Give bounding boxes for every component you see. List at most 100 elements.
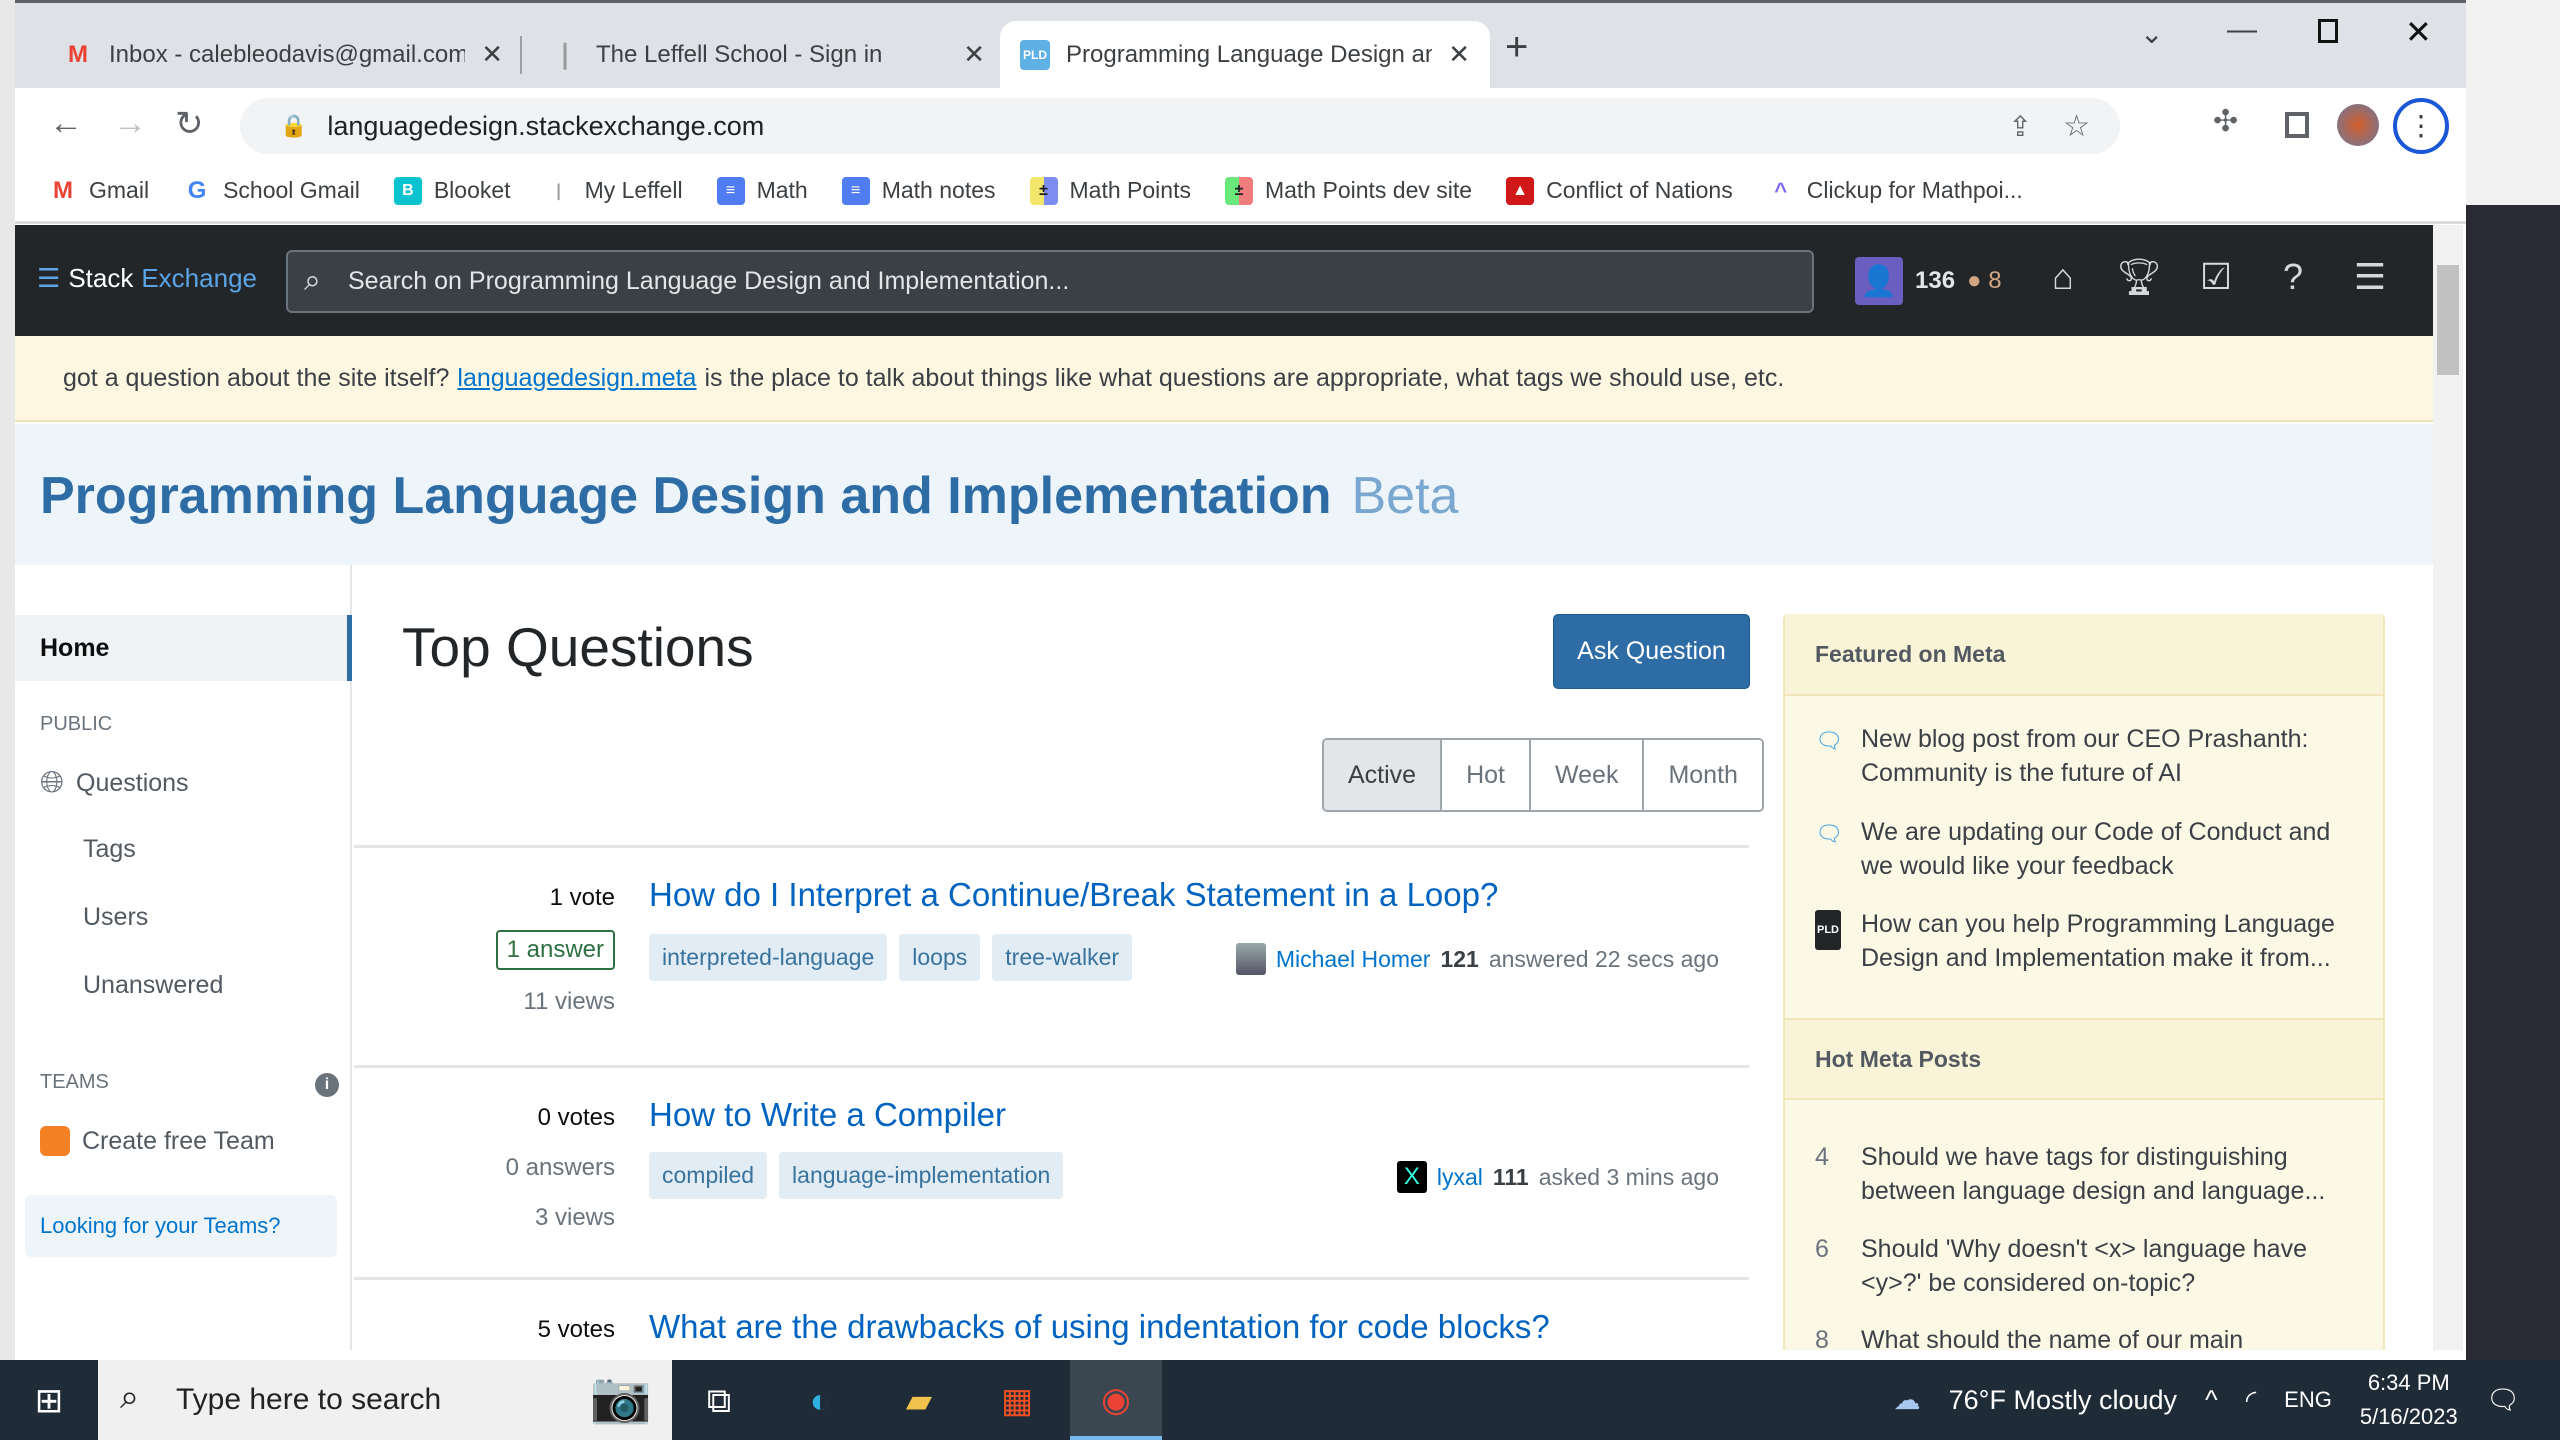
browser-window: M Inbox - calebleodavis@gmail.com ✕ ❘ Th… xyxy=(15,0,2466,1360)
user-profile-link[interactable]: 👤 136 ● 8 xyxy=(1855,257,2002,305)
review-queue-icon[interactable]: ☑ xyxy=(2192,253,2240,301)
bookmark-math-notes[interactable]: ≡ Math notes xyxy=(841,176,996,205)
site-title[interactable]: Programming Language Design and Implemen… xyxy=(40,466,1458,526)
weather[interactable]: 76°F Mostly cloudy xyxy=(1949,1385,2177,1416)
clock[interactable]: 6:34 PM 5/16/2023 xyxy=(2360,1366,2458,1434)
address-bar[interactable]: 🔒 languagedesign.stackexchange.com ⇪ ☆ xyxy=(240,98,2120,154)
vote-count: 1 vote xyxy=(549,884,615,911)
bookmark-math-points-dev[interactable]: ± Math Points dev site xyxy=(1224,176,1472,205)
side-panel-icon[interactable] xyxy=(2285,112,2309,138)
achievements-trophy-icon[interactable]: 🏆︎ xyxy=(2115,253,2163,301)
task-view-icon[interactable]: ⧉ xyxy=(696,1378,742,1424)
sidebar-item-questions[interactable]: 🌐︎ Questions xyxy=(40,766,189,800)
chevron-up-icon[interactable]: ^ xyxy=(2205,1385,2218,1416)
answer-count: 0 answers xyxy=(505,1154,615,1181)
new-tab-button[interactable]: + xyxy=(1505,25,1528,70)
site-switcher-icon[interactable]: ☰ xyxy=(2346,253,2394,301)
stackexchange-logo[interactable]: ☰ Stack Exchange xyxy=(37,263,257,294)
tab-leffell[interactable]: ❘ The Leffell School - Sign in ✕ xyxy=(530,21,1005,88)
tag[interactable]: language-implementation xyxy=(779,1152,1064,1199)
left-sidebar: Home PUBLIC 🌐︎ Questions Tags Users Unans… xyxy=(15,565,352,1350)
ask-question-button[interactable]: Ask Question xyxy=(1553,614,1750,689)
page-scrollbar[interactable] xyxy=(2433,225,2463,1350)
main-content: Top Questions Ask Question Active Hot We… xyxy=(354,565,1764,1350)
question-title-link[interactable]: What are the drawbacks of using indentat… xyxy=(649,1308,1550,1346)
minimize-button[interactable]: — xyxy=(2227,13,2257,47)
bookmark-math[interactable]: ≡ Math xyxy=(716,176,808,205)
extensions-icon[interactable]: ✣ xyxy=(2213,104,2238,139)
bookmark-math-points[interactable]: ± Math Points xyxy=(1029,176,1191,205)
tag[interactable]: loops xyxy=(899,934,981,981)
bookmark-clickup[interactable]: ^ Clickup for Mathpoi... xyxy=(1767,177,2022,205)
create-free-team-link[interactable]: Create free Team xyxy=(40,1126,275,1156)
chrome-icon[interactable]: ◉ xyxy=(1070,1360,1162,1440)
hot-meta-item[interactable]: 4 Should we have tags for distinguishing … xyxy=(1815,1140,2365,1208)
close-window-button[interactable]: ✕ xyxy=(2405,13,2432,51)
tag[interactable]: tree-walker xyxy=(992,934,1133,981)
tag[interactable]: compiled xyxy=(649,1152,768,1199)
info-icon[interactable]: i xyxy=(315,1073,339,1097)
sidebar-item-users[interactable]: Users xyxy=(83,903,148,932)
tab-search-icon[interactable]: ⌄ xyxy=(2140,17,2163,50)
inbox-icon[interactable]: ⌂ xyxy=(2039,253,2087,301)
close-tab-icon[interactable]: ✕ xyxy=(1448,39,1470,70)
share-icon[interactable]: ⇪ xyxy=(2009,110,2032,143)
tag-list: interpreted-language loops tree-walker xyxy=(649,934,1133,981)
looking-for-teams-link[interactable]: Looking for your Teams? xyxy=(25,1195,337,1257)
tag-list: compiled language-implementation xyxy=(649,1152,1064,1199)
bookmark-blooket[interactable]: B Blooket xyxy=(393,176,511,205)
profile-avatar[interactable] xyxy=(2337,104,2379,146)
windows-start-icon[interactable]: ⊞ xyxy=(26,1378,72,1424)
sidebar-item-unanswered[interactable]: Unanswered xyxy=(83,971,223,1000)
bookmark-school-gmail[interactable]: G School Gmail xyxy=(183,177,360,205)
beta-label: Beta xyxy=(1351,467,1459,525)
filter-hot[interactable]: Hot xyxy=(1442,740,1531,810)
language[interactable]: ENG xyxy=(2284,1387,2332,1413)
featured-item[interactable]: PLD How can you help Programming Language… xyxy=(1815,907,2365,975)
help-icon[interactable]: ? xyxy=(2269,253,2317,301)
vote-count: 5 votes xyxy=(537,1316,615,1343)
filter-week[interactable]: Week xyxy=(1531,740,1645,810)
meta-link[interactable]: languagedesign.meta xyxy=(457,364,696,393)
reload-icon[interactable]: ↻ xyxy=(175,104,204,144)
tag[interactable]: interpreted-language xyxy=(649,934,888,981)
filter-month[interactable]: Month xyxy=(1644,740,1762,810)
scrollbar-thumb[interactable] xyxy=(2437,265,2459,375)
bookmark-star-icon[interactable]: ☆ xyxy=(2063,109,2090,144)
question-title-link[interactable]: How do I Interpret a Continue/Break Stat… xyxy=(649,876,1498,914)
user-avatar[interactable] xyxy=(1235,943,1266,975)
hot-meta-item[interactable]: 8 What should the name of our main xyxy=(1815,1323,2365,1350)
pld-icon: PLD xyxy=(1020,39,1050,70)
sidebar-section-public: PUBLIC xyxy=(40,713,113,735)
weather-cloud-icon: ☁ xyxy=(1893,1384,1921,1415)
maximize-button[interactable] xyxy=(2318,19,2338,43)
forward-icon[interactable]: → xyxy=(113,104,147,143)
edge-icon[interactable]: ◐ xyxy=(797,1378,843,1424)
file-explorer-icon[interactable]: ▰ xyxy=(896,1378,942,1424)
sidebar-item-home[interactable]: Home xyxy=(15,615,352,681)
close-tab-icon[interactable]: ✕ xyxy=(963,39,985,70)
wifi-icon[interactable]: ◜ xyxy=(2246,1385,2256,1416)
question-summary: 5 votes What are the drawbacks of using … xyxy=(354,1280,1749,1350)
bookmark-my-leffell[interactable]: ❘ My Leffell xyxy=(545,177,683,205)
close-tab-icon[interactable]: ✕ xyxy=(481,39,503,70)
user-avatar[interactable]: X xyxy=(1396,1161,1427,1193)
bookmark-conflict-of-nations[interactable]: ▲ Conflict of Nations xyxy=(1506,176,1733,205)
menu-kebab-icon[interactable]: ⋮ xyxy=(2393,98,2449,154)
hot-meta-item[interactable]: 6 Should 'Why doesn't <x> language have <… xyxy=(1815,1232,2365,1300)
microsoft-store-icon[interactable]: ▦ xyxy=(994,1378,1040,1424)
bookmark-gmail[interactable]: M Gmail xyxy=(49,177,149,205)
featured-item[interactable]: 🗨︎ We are updating our Code of Conduct an… xyxy=(1815,815,2365,883)
blog-icon: 🗨︎ xyxy=(1815,821,1843,846)
featured-item[interactable]: 🗨︎ New blog post from our CEO Prashanth: … xyxy=(1815,722,2365,790)
site-search-input[interactable]: ⌕ Search on Programming Language Design … xyxy=(286,250,1814,313)
filter-active[interactable]: Active xyxy=(1324,740,1443,810)
tab-inbox[interactable]: M Inbox - calebleodavis@gmail.com ✕ xyxy=(43,21,523,88)
question-title-link[interactable]: How to Write a Compiler xyxy=(649,1096,1006,1134)
taskbar-search-input[interactable]: ⌕ Type here to search 📷 xyxy=(98,1360,672,1440)
sidebar-item-tags[interactable]: Tags xyxy=(83,835,136,864)
tab-pld[interactable]: PLD Programming Language Design and Impl… xyxy=(1000,21,1490,88)
notifications-icon[interactable]: 🗨︎ xyxy=(2486,1384,2520,1416)
question-summary: 1 vote 1 answer 11 views How do I Interp… xyxy=(354,848,1749,1048)
back-icon[interactable]: ← xyxy=(49,104,83,143)
